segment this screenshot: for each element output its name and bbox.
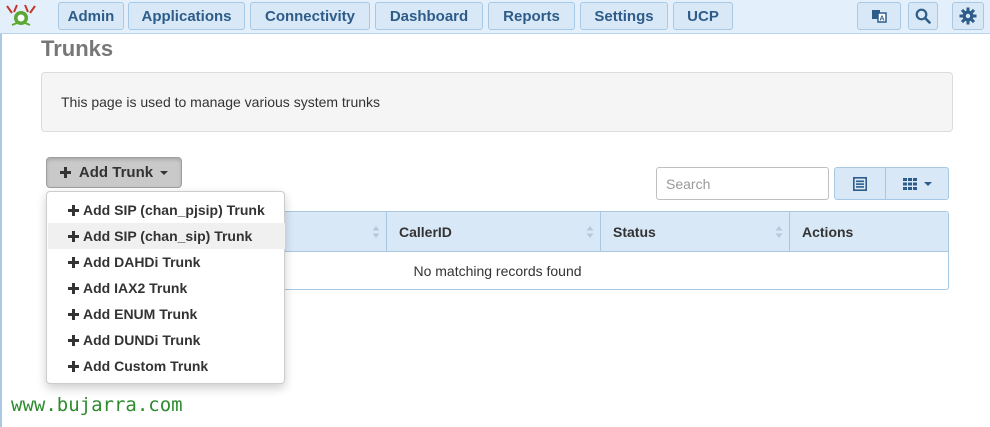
caret-down-icon (160, 170, 169, 175)
nav-ucp[interactable]: UCP (673, 2, 733, 30)
nav-dashboard[interactable]: Dashboard (375, 2, 483, 30)
menu-item-add-sip-chan-sip[interactable]: Add SIP (chan_sip) Trunk (48, 223, 285, 249)
gear-icon (959, 7, 977, 25)
plus-icon (68, 256, 79, 268)
menu-item-add-iax2[interactable]: Add IAX2 Trunk (48, 275, 285, 301)
nav-connectivity[interactable]: Connectivity (250, 2, 370, 30)
search-button[interactable] (908, 2, 938, 30)
search-icon (915, 8, 931, 24)
search-input[interactable] (656, 167, 829, 200)
info-box: This page is used to manage various syst… (41, 72, 953, 132)
watermark: www.bujarra.com (11, 394, 183, 416)
columns-button[interactable] (885, 167, 949, 200)
sort-icon (372, 226, 380, 238)
column-header-status[interactable]: Status (601, 212, 790, 252)
plus-icon (68, 334, 79, 346)
plus-icon (68, 282, 79, 294)
nav-settings[interactable]: Settings (580, 2, 668, 30)
language-button[interactable]: A (857, 2, 901, 30)
add-trunk-label: Add Trunk (78, 164, 154, 181)
plus-icon (68, 308, 79, 320)
column-header-callerid[interactable]: CallerID (387, 212, 601, 252)
list-view-button[interactable] (834, 167, 886, 200)
nav-admin[interactable]: Admin (58, 2, 124, 30)
logo-icon[interactable] (3, 3, 39, 29)
plus-icon (68, 360, 79, 372)
menu-item-add-custom[interactable]: Add Custom Trunk (48, 353, 285, 379)
top-navbar: Admin Applications Connectivity Dashboar… (0, 0, 990, 34)
nav-reports[interactable]: Reports (488, 2, 575, 30)
page-description: This page is used to manage various syst… (61, 94, 381, 110)
plus-icon (59, 167, 71, 178)
page-title: Trunks (41, 36, 114, 61)
language-icon: A (872, 10, 887, 23)
grid-icon (902, 177, 917, 190)
caret-down-icon (923, 181, 932, 186)
menu-item-add-sip-pjsip[interactable]: Add SIP (chan_pjsip) Trunk (48, 197, 285, 223)
nav-applications[interactable]: Applications (128, 2, 245, 30)
left-border (0, 34, 2, 427)
sort-icon (775, 226, 783, 238)
svg-text:A: A (879, 16, 884, 23)
add-trunk-button[interactable]: Add Trunk (46, 157, 182, 188)
menu-item-add-dundi[interactable]: Add DUNDi Trunk (48, 327, 285, 353)
menu-item-add-dahdi[interactable]: Add DAHDi Trunk (48, 249, 285, 275)
settings-button[interactable] (952, 2, 984, 30)
list-icon (853, 176, 867, 191)
menu-item-add-enum[interactable]: Add ENUM Trunk (48, 301, 285, 327)
add-trunk-menu: Add SIP (chan_pjsip) Trunk Add SIP (chan… (46, 191, 285, 384)
sort-icon (586, 226, 594, 238)
plus-icon (68, 230, 79, 242)
plus-icon (68, 204, 79, 216)
column-header-actions: Actions (802, 224, 854, 240)
